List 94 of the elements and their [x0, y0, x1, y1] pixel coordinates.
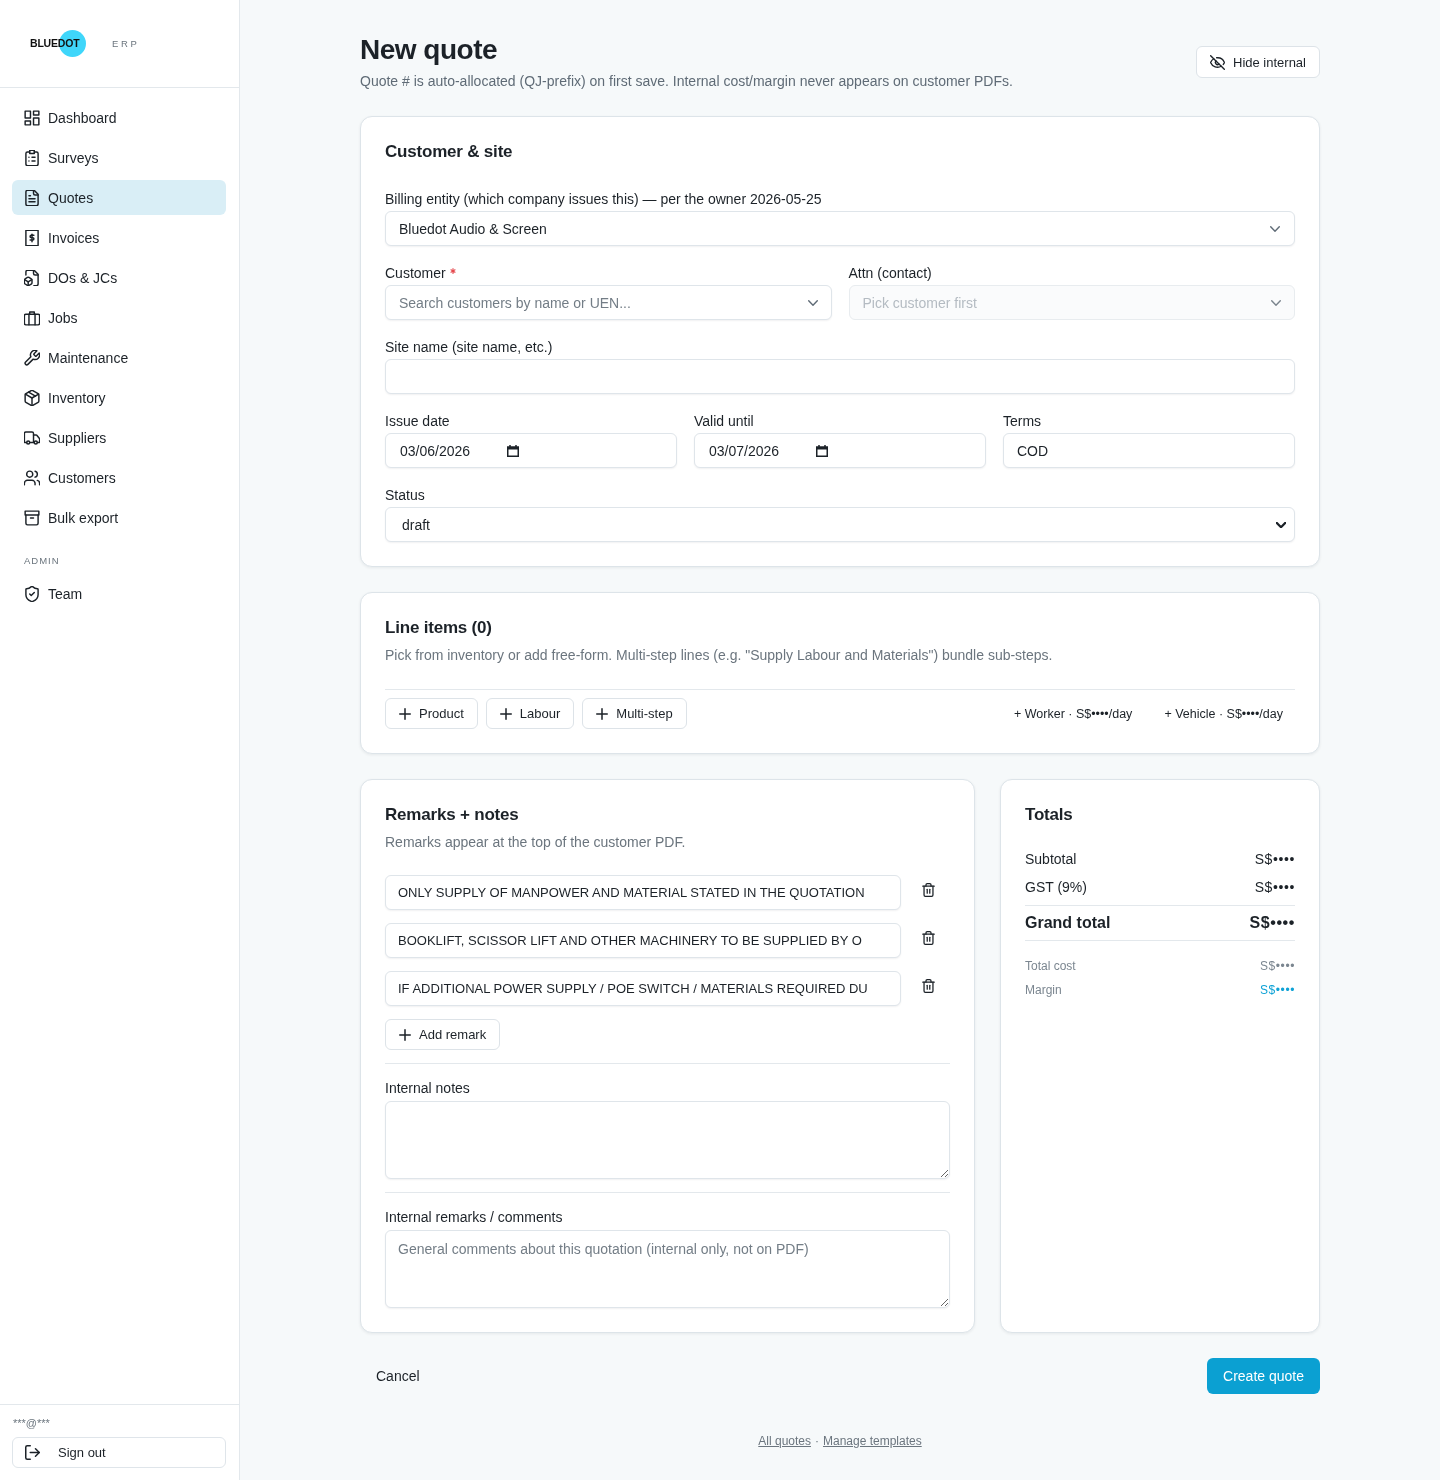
- file-box-icon: [24, 269, 40, 286]
- document-icon: [24, 189, 40, 206]
- nav-item[interactable]: Invoices: [12, 220, 226, 255]
- total-value: S$••••: [1249, 913, 1295, 933]
- sign-out-button[interactable]: Sign out: [12, 1437, 226, 1468]
- wrench-icon: [24, 349, 40, 366]
- nav-item[interactable]: Bulk export: [12, 500, 226, 535]
- nav-item[interactable]: Team: [12, 576, 226, 611]
- remark-field[interactable]: ONLY SUPPLY OF MANPOWER AND MATERIAL STATED IN THE QUOTATION: [385, 875, 901, 910]
- remark-field[interactable]: IF ADDITIONAL POWER SUPPLY / POE SWITCH / MATERIALS REQUIRED DU: [385, 971, 901, 1006]
- field-label: Customer: [385, 264, 446, 283]
- plus-icon: [499, 707, 512, 720]
- package-icon: [24, 389, 40, 406]
- internal-notes-field[interactable]: [385, 1101, 950, 1179]
- add-remark-button[interactable]: Add remark: [385, 1019, 501, 1050]
- total-label: GST (9%): [1025, 878, 1087, 897]
- page-title: New quote: [360, 33, 499, 67]
- total-value: S$••••: [1254, 850, 1295, 869]
- card-title: Remarks + notes: [385, 804, 520, 826]
- add-line-button[interactable]: Product: [385, 698, 478, 729]
- plus-icon: [399, 707, 411, 720]
- section-heading: ADMIN: [23, 554, 61, 568]
- trash-icon[interactable]: [922, 930, 935, 945]
- card-title: Totals: [1025, 804, 1074, 826]
- remark-field[interactable]: BOOKLIFT, SCISSOR LIFT AND OTHER MACHINERY TO BE SUPPLIED BY O: [385, 923, 901, 958]
- product-label: ERP: [112, 38, 140, 49]
- card-description: Pick from inventory or add free-form. Multi-step lines (e.g. "Supply Labour and Materials") bundle sub-steps.: [385, 646, 1054, 665]
- field-label: Billing entity (which company issues this) — per the owner 2026-05-25: [385, 190, 823, 209]
- field-label: Status: [385, 486, 426, 505]
- user-email: ***@***: [12, 1417, 51, 1429]
- field-label: Attn (contact): [848, 264, 932, 283]
- chevron-down-icon: [1276, 521, 1286, 528]
- plus-icon: [596, 707, 609, 720]
- footer-link[interactable]: Manage templates: [823, 1434, 922, 1448]
- field-label: Internal notes: [385, 1079, 471, 1098]
- receipt-icon: [24, 229, 40, 246]
- total-value: S$••••: [1259, 982, 1295, 999]
- add-line-button[interactable]: Multi-step: [582, 698, 687, 729]
- sign-out-icon: [25, 1445, 40, 1460]
- link-separator: ·: [815, 1434, 819, 1448]
- clipboard-icon: [24, 149, 40, 166]
- calendar-icon: [507, 444, 520, 457]
- nav-item[interactable]: Quotes: [12, 180, 226, 215]
- trash-icon[interactable]: [922, 882, 935, 897]
- trash-icon[interactable]: [922, 978, 935, 993]
- truck-icon: [24, 429, 40, 446]
- internal-remarks-field[interactable]: General comments about this quotation (internal only, not on PDF): [385, 1230, 950, 1308]
- plus-icon: [399, 1028, 411, 1041]
- field-label: Internal remarks / comments: [385, 1208, 564, 1227]
- total-value: S$••••: [1259, 958, 1295, 975]
- terms-field[interactable]: COD: [1003, 433, 1295, 468]
- footer-link[interactable]: All quotes: [758, 1434, 811, 1448]
- date-field[interactable]: 03/06/2026: [385, 433, 677, 468]
- total-label: Grand total: [1025, 913, 1111, 933]
- dashboard-grid-icon: [24, 109, 40, 126]
- hide-internal-button[interactable]: Hide internal: [1196, 46, 1320, 78]
- customer-select[interactable]: Search customers by name or UEN...: [385, 285, 832, 320]
- nav-item[interactable]: Suppliers: [12, 420, 226, 455]
- nav-item[interactable]: Inventory: [12, 380, 226, 415]
- quick-add-button[interactable]: + Worker · S$••••/day: [1002, 698, 1145, 729]
- nav-item[interactable]: DOs & JCs: [12, 260, 226, 295]
- page-subtitle: Quote # is auto-allocated (QJ-prefix) on first save. Internal cost/margin never appears on customer PDFs.: [360, 72, 1013, 90]
- calendar-icon: [816, 444, 829, 457]
- card-title: Customer & site: [385, 141, 514, 163]
- total-label: Subtotal: [1025, 850, 1077, 869]
- total-label: Margin: [1025, 982, 1062, 999]
- users-icon: [24, 469, 40, 486]
- nav-item[interactable]: Dashboard: [12, 100, 226, 135]
- archive-icon: [24, 509, 40, 526]
- nav-item[interactable]: Jobs: [12, 300, 226, 335]
- add-line-button[interactable]: Labour: [485, 698, 575, 729]
- total-label: Total cost: [1025, 958, 1076, 975]
- chevron-down-icon: [1270, 225, 1280, 232]
- chevron-down-icon: [1271, 300, 1281, 306]
- billing-entity-select[interactable]: Bluedot Audio & Screen: [385, 211, 1295, 246]
- briefcase-icon: [24, 309, 40, 326]
- eye-off-icon: [1210, 54, 1225, 70]
- field-label: Issue date: [385, 412, 451, 431]
- field-label: Site name (site name, etc.): [385, 338, 554, 357]
- nav-item[interactable]: Customers: [12, 460, 226, 495]
- shield-check-icon: [24, 585, 40, 602]
- cancel-button[interactable]: Cancel: [360, 1359, 436, 1393]
- status-select[interactable]: draft: [385, 507, 1295, 542]
- field-label: Terms: [1003, 412, 1043, 431]
- card-title: Line items (0): [385, 617, 493, 639]
- field-label: Valid until: [694, 412, 755, 431]
- nav-item[interactable]: Surveys: [12, 140, 226, 175]
- chevron-down-icon: [807, 300, 818, 306]
- nav-item[interactable]: Maintenance: [12, 340, 226, 375]
- date-field[interactable]: 03/07/2026: [694, 433, 986, 468]
- site-name-field[interactable]: [385, 359, 1295, 394]
- quick-add-button[interactable]: + Vehicle · S$••••/day: [1152, 698, 1295, 729]
- card-description: Remarks appear at the top of the customer PDF.: [385, 833, 687, 852]
- total-value: S$••••: [1254, 878, 1295, 897]
